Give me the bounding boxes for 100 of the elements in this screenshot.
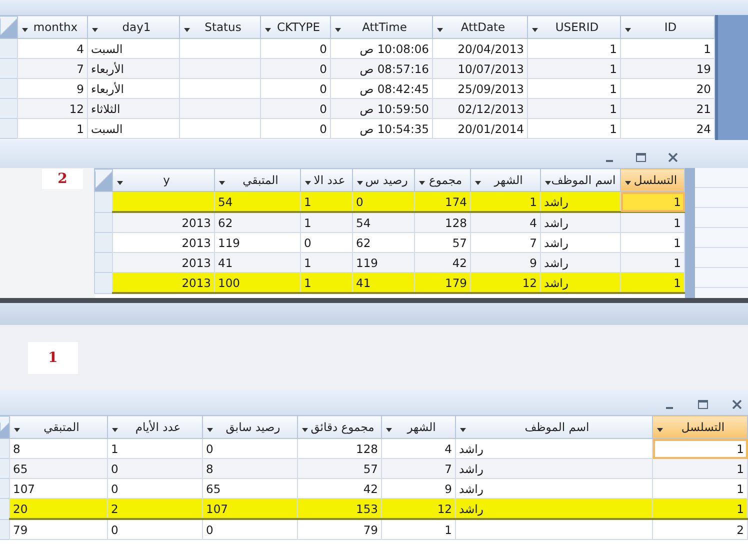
column-header[interactable]: ID <box>620 16 714 38</box>
table-cell: 0 <box>108 519 202 540</box>
table-cell: السبت <box>88 118 180 138</box>
column-header[interactable]: مجموع <box>414 168 470 192</box>
table-cell: 1 <box>652 458 748 478</box>
table-cell: 1 <box>652 478 748 498</box>
dropdown-arrow-icon[interactable] <box>386 428 392 432</box>
column-header[interactable]: day1 <box>88 16 180 38</box>
dropdown-arrow-icon[interactable] <box>112 428 118 432</box>
table-cell: 62 <box>214 212 300 232</box>
dropdown-arrow-icon[interactable] <box>532 28 538 32</box>
dropdown-arrow-icon[interactable] <box>265 28 271 32</box>
dropdown-arrow-icon[interactable] <box>335 28 341 32</box>
table-cell: 41 <box>214 252 300 272</box>
table-cell: 10/07/2013 <box>432 58 528 78</box>
table-cell: 1 <box>652 498 748 519</box>
table-cell: 1 <box>620 232 684 252</box>
dropdown-arrow-icon[interactable] <box>207 428 213 432</box>
table-cell: 1 <box>300 212 352 232</box>
table-cell: 65 <box>202 478 298 498</box>
table-cell: 42 <box>414 252 470 272</box>
table-cell: راشد <box>456 458 652 478</box>
table-cell: 54 <box>214 192 300 212</box>
dropdown-arrow-icon[interactable] <box>357 181 363 185</box>
table-cell: 0 <box>202 519 298 540</box>
dropdown-arrow-icon[interactable] <box>184 28 190 32</box>
column-header[interactable]: رصيد سابق <box>202 416 298 438</box>
dropdown-arrow-icon[interactable] <box>545 181 551 185</box>
table-cell: 0 <box>260 38 330 58</box>
table-cell: 107 <box>10 478 108 498</box>
column-header[interactable]: عدد الا <box>300 168 352 192</box>
table-cell: 57 <box>298 458 382 478</box>
column-header[interactable]: الشهر <box>470 168 540 192</box>
table-cell: راشد <box>456 498 652 519</box>
table-cell: 119 <box>352 252 414 272</box>
table-cell: 10:54:35 ص <box>330 118 432 138</box>
column-header[interactable]: monthx <box>18 16 88 38</box>
table-cell: 1 <box>528 78 620 98</box>
table-cell: 20 <box>10 498 108 519</box>
dropdown-arrow-icon[interactable] <box>14 428 20 432</box>
table-cell: 4 <box>18 38 88 58</box>
table-cell: 25/09/2013 <box>432 78 528 98</box>
dropdown-arrow-icon[interactable] <box>437 28 443 32</box>
table-cell: 119 <box>214 232 300 252</box>
dropdown-arrow-icon[interactable] <box>92 28 98 32</box>
dropdown-arrow-icon[interactable] <box>625 28 631 32</box>
dropdown-arrow-icon[interactable] <box>305 181 311 185</box>
table-cell: الأربعاء <box>88 78 180 98</box>
table-cell: 1 <box>652 438 748 458</box>
column-header[interactable]: المتبقي <box>214 168 300 192</box>
column-header[interactable]: Status <box>180 16 260 38</box>
table-cell: 107 <box>202 498 298 519</box>
maximize-icon[interactable] <box>636 153 646 162</box>
table-cell: 10:59:50 ص <box>330 98 432 118</box>
dropdown-arrow-icon[interactable] <box>657 428 663 432</box>
table-cell: 0 <box>202 438 298 458</box>
close-icon[interactable] <box>668 153 678 162</box>
column-header[interactable]: التسلسل <box>652 416 748 438</box>
table-cell: 1 <box>620 272 684 293</box>
dropdown-arrow-icon[interactable] <box>219 181 225 185</box>
table-cell: 0 <box>260 78 330 98</box>
dropdown-arrow-icon[interactable] <box>460 428 466 432</box>
column-header[interactable]: y <box>112 168 214 192</box>
dropdown-arrow-icon[interactable] <box>22 28 28 32</box>
dropdown-arrow-icon[interactable] <box>419 181 425 185</box>
table-cell: 179 <box>414 272 470 293</box>
column-header[interactable]: رصيد س <box>352 168 414 192</box>
table-cell: 1 <box>108 438 202 458</box>
table-cell: 153 <box>298 498 382 519</box>
table-cell: 1 <box>470 192 540 212</box>
table-cell: 12 <box>470 272 540 293</box>
table-cell: 42 <box>298 478 382 498</box>
column-header[interactable]: AttDate <box>432 16 528 38</box>
table-cell: 2 <box>108 498 202 519</box>
table-cell: 12 <box>382 498 456 519</box>
dropdown-arrow-icon[interactable] <box>117 181 123 185</box>
table-cell: 1 <box>382 519 456 540</box>
column-header[interactable]: التسلسل <box>620 168 684 192</box>
table-cell: 7 <box>18 58 88 78</box>
close-icon[interactable] <box>732 400 742 409</box>
dropdown-arrow-icon[interactable] <box>625 181 631 185</box>
column-header[interactable]: اسم الموظف <box>540 168 620 192</box>
table-cell: 19 <box>620 58 714 78</box>
table-cell: 128 <box>414 212 470 232</box>
column-header[interactable]: USERID <box>528 16 620 38</box>
column-header[interactable]: اسم الموظف <box>456 416 652 438</box>
table-cell: 1 <box>620 192 684 212</box>
table-cell: 20 <box>620 78 714 98</box>
column-header[interactable]: AttTime <box>330 16 432 38</box>
dropdown-arrow-icon[interactable] <box>302 428 308 432</box>
column-header[interactable]: مجموع دقائق <box>298 416 382 438</box>
column-header[interactable]: الشهر <box>382 416 456 438</box>
column-header[interactable]: عدد الأيام <box>108 416 202 438</box>
table-cell: 2013 <box>112 212 214 232</box>
column-header[interactable]: المتبقي <box>10 416 108 438</box>
column-header[interactable]: CKTYPE <box>260 16 330 38</box>
dropdown-arrow-icon[interactable] <box>475 181 481 185</box>
table-cell: 10:08:06 ص <box>330 38 432 58</box>
table-cell: 02/12/2013 <box>432 98 528 118</box>
maximize-icon[interactable] <box>698 400 708 409</box>
